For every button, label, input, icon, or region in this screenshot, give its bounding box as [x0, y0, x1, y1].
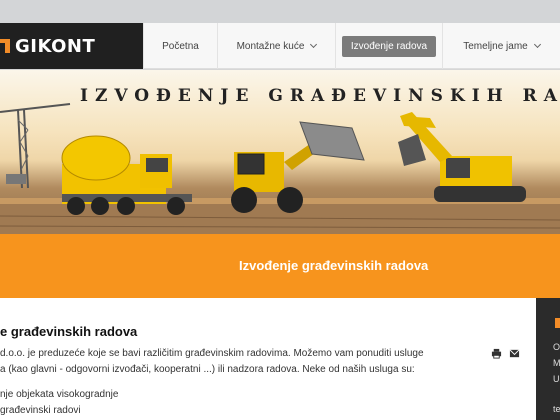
concrete-mixer-truck-icon	[61, 135, 192, 215]
print-icon[interactable]	[491, 348, 502, 359]
sidebar-text: O	[553, 342, 560, 352]
sidebar-text: U	[553, 374, 560, 384]
article-paragraph-line: a (kao glavni - odgovorni izvođači, koop…	[0, 364, 415, 375]
nav-item-temeljne-jame[interactable]: Temeljne jame	[442, 23, 560, 69]
logo-mark-icon	[0, 39, 10, 53]
list-item: nje objekata visokogradnje	[0, 389, 119, 400]
hero-banner: IZVOĐENJE GRAĐEVINSKIH RADOVA	[0, 70, 560, 234]
article-paragraph-line: d.o.o. je preduzeće koje se bavi različi…	[0, 348, 424, 359]
site-logo[interactable]: GIKONT	[0, 23, 143, 69]
crane-icon	[0, 103, 71, 189]
article-title: e građevinskih radova	[0, 324, 138, 339]
site-header: GIKONT Početna Montažne kuće Izvođenje r…	[0, 23, 560, 69]
nav-item-izvodjenje-radova[interactable]: Izvođenje radova	[335, 23, 442, 69]
nav-item-label: Montažne kuće	[236, 40, 305, 52]
logo-text: GIKONT	[15, 36, 96, 57]
nav-item-label: Početna	[162, 40, 199, 52]
sidebar-text: te	[553, 404, 560, 414]
email-icon[interactable]	[509, 348, 520, 359]
nav-item-pocetna[interactable]: Početna	[143, 23, 217, 69]
browser-top-strip	[0, 0, 560, 23]
excavator-icon	[398, 112, 526, 202]
nav-item-montazne-kuce[interactable]: Montažne kuće	[217, 23, 335, 69]
sidebar-panel: O M U te	[536, 298, 560, 420]
page-heading: Izvođenje građevinskih radova	[239, 258, 429, 273]
list-item: građevinski radovi	[0, 405, 81, 416]
nav-item-label-active: Izvođenje radova	[341, 35, 437, 57]
sidebar-accent-icon	[555, 318, 560, 328]
nav-item-label: Temeljne jame	[463, 40, 528, 52]
page-heading-band: Izvođenje građevinskih radova	[0, 234, 560, 298]
article-content: e građevinskih radova d.o.o. je preduzeć…	[0, 298, 536, 420]
sidebar-text: M	[553, 358, 560, 368]
chevron-down-icon	[533, 40, 541, 49]
chevron-down-icon	[310, 40, 318, 49]
construction-machines-illustration	[0, 103, 560, 234]
